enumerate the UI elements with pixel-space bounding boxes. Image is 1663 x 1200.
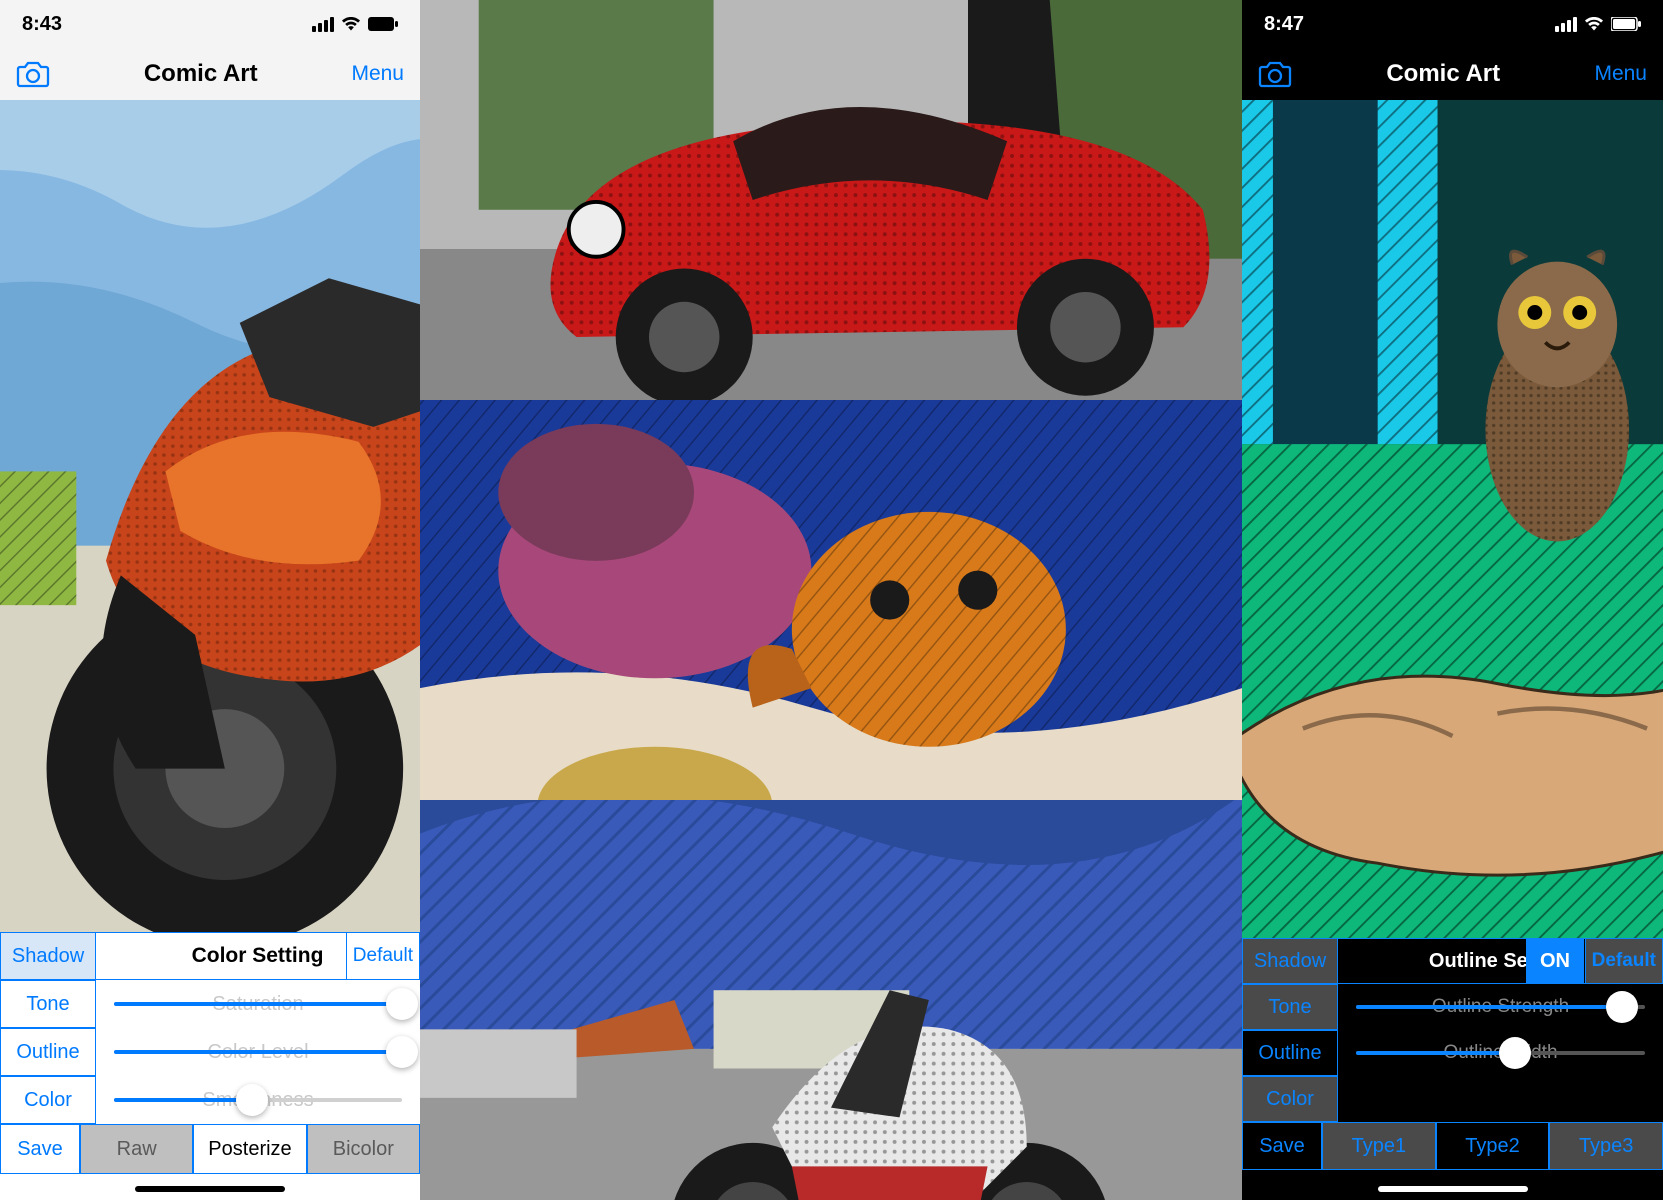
tab-tone[interactable]: Tone bbox=[0, 980, 96, 1028]
status-bar: 8:43 bbox=[0, 0, 420, 48]
top-nav: Comic Art Menu bbox=[0, 48, 420, 100]
tab-shadow[interactable]: Shadow bbox=[1242, 938, 1338, 984]
panel-header: Outline Setting ON Default bbox=[1338, 938, 1663, 984]
panel-title: Color Setting bbox=[192, 944, 324, 968]
tab-color[interactable]: Color bbox=[0, 1076, 96, 1124]
time-label: 8:43 bbox=[22, 13, 62, 36]
tab-color[interactable]: Color bbox=[1242, 1076, 1338, 1122]
save-button[interactable]: Save bbox=[0, 1124, 80, 1174]
tab-tone[interactable]: Tone bbox=[1242, 984, 1338, 1030]
slider-color-level[interactable]: Color Level bbox=[96, 1028, 420, 1076]
app-title: Comic Art bbox=[144, 60, 258, 88]
battery-icon bbox=[368, 17, 398, 31]
phone-dark: 8:47 Comic Art Menu bbox=[1242, 0, 1663, 1200]
home-indicator[interactable] bbox=[135, 1186, 285, 1192]
slider-smoothness[interactable]: Smoothness bbox=[96, 1076, 420, 1124]
slider-empty bbox=[1338, 1076, 1663, 1122]
gallery-strip bbox=[420, 0, 1242, 1200]
panel-header: Color Setting Default bbox=[96, 932, 420, 980]
slider-saturation[interactable]: Saturation bbox=[96, 980, 420, 1028]
default-button[interactable]: Default bbox=[346, 933, 419, 979]
top-nav: Comic Art Menu bbox=[1242, 48, 1663, 100]
image-preview[interactable] bbox=[1242, 100, 1663, 938]
camera-icon[interactable] bbox=[16, 60, 50, 88]
menu-button[interactable]: Menu bbox=[1594, 62, 1647, 86]
mode-bicolor[interactable]: Bicolor bbox=[307, 1124, 420, 1174]
controls-panel: Shadow Outline Setting ON Default Tone O… bbox=[1242, 938, 1663, 1200]
save-button[interactable]: Save bbox=[1242, 1122, 1322, 1170]
phone-light: 8:43 Comic Art Menu bbox=[0, 0, 420, 1200]
gallery-image-fish bbox=[420, 400, 1242, 800]
status-bar: 8:47 bbox=[1242, 0, 1663, 48]
image-preview[interactable] bbox=[0, 100, 420, 932]
wifi-icon bbox=[1583, 16, 1605, 32]
status-icons bbox=[1555, 16, 1641, 32]
tab-shadow[interactable]: Shadow bbox=[0, 932, 96, 980]
wifi-icon bbox=[340, 16, 362, 32]
default-button[interactable]: Default bbox=[1585, 939, 1662, 983]
gallery-image-car bbox=[420, 0, 1242, 400]
mode-raw[interactable]: Raw bbox=[80, 1124, 193, 1174]
mode-type1[interactable]: Type1 bbox=[1322, 1122, 1436, 1170]
tab-outline[interactable]: Outline bbox=[0, 1028, 96, 1076]
gallery-image-bike bbox=[420, 800, 1242, 1200]
slider-outline-width[interactable]: Outline Width bbox=[1338, 1030, 1663, 1076]
status-icons bbox=[312, 16, 398, 32]
tab-outline[interactable]: Outline bbox=[1242, 1030, 1338, 1076]
controls-panel: Shadow Color Setting Default Tone Satura… bbox=[0, 932, 420, 1200]
battery-icon bbox=[1611, 17, 1641, 31]
signal-icon bbox=[1555, 17, 1577, 32]
mode-type2[interactable]: Type2 bbox=[1436, 1122, 1550, 1170]
slider-outline-strength[interactable]: Outline Strength bbox=[1338, 984, 1663, 1030]
menu-button[interactable]: Menu bbox=[351, 62, 404, 86]
mode-posterize[interactable]: Posterize bbox=[193, 1124, 306, 1174]
home-indicator[interactable] bbox=[1378, 1186, 1528, 1192]
app-title: Comic Art bbox=[1386, 60, 1500, 88]
mode-type3[interactable]: Type3 bbox=[1549, 1122, 1663, 1170]
on-toggle[interactable]: ON bbox=[1526, 939, 1584, 983]
signal-icon bbox=[312, 17, 334, 32]
camera-icon[interactable] bbox=[1258, 60, 1292, 88]
time-label: 8:47 bbox=[1264, 13, 1304, 36]
